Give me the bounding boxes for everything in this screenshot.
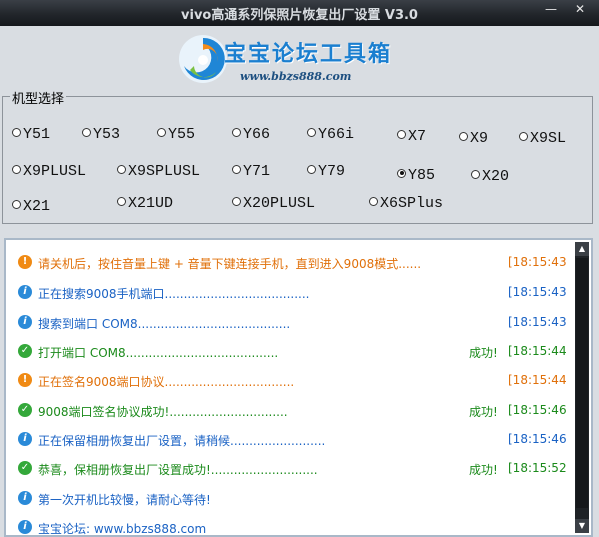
radio-dot-icon — [12, 199, 21, 209]
log-entry: 正在签名9008端口协议............................… — [18, 370, 573, 392]
radio-dot-icon — [519, 131, 528, 141]
brand-url: www.bbzs888.com — [240, 70, 352, 83]
info-circle-icon — [18, 491, 32, 505]
log-entry: 正在搜索9008手机端口............................… — [18, 282, 573, 304]
radio-dot-icon — [307, 164, 316, 174]
info-circle-icon — [18, 285, 32, 299]
swirl-logo-icon — [179, 35, 227, 83]
scroll-down-arrow-icon[interactable]: ▼ — [575, 519, 589, 533]
log-entry: 打开端口 COM8...............................… — [18, 341, 573, 363]
log-scrollbar[interactable]: ▲ ▼ — [575, 242, 589, 533]
model-radio[interactable]: X21UD — [117, 195, 173, 212]
model-radio[interactable]: X6SPlus — [369, 195, 443, 212]
model-radio[interactable]: Y79 — [307, 163, 345, 180]
radio-dot-icon — [471, 169, 480, 179]
log-entry: 宝宝论坛: www.bbzs888.com — [18, 517, 573, 535]
info-circle-icon — [18, 315, 32, 329]
model-radio[interactable]: Y71 — [232, 163, 270, 180]
scroll-up-arrow-icon[interactable]: ▲ — [575, 242, 589, 256]
model-radio[interactable]: X9 — [459, 130, 488, 147]
radio-dot-icon — [82, 127, 91, 137]
exclamation-circle-icon — [18, 373, 32, 387]
info-circle-icon — [18, 432, 32, 446]
radio-dot-icon — [232, 127, 241, 137]
radio-dot-icon — [117, 196, 126, 206]
log-entry: 第一次开机比较慢，请耐心等待! — [18, 488, 573, 510]
radio-dot-icon — [157, 127, 166, 137]
scroll-thumb[interactable] — [576, 258, 588, 508]
radio-dot-icon — [397, 168, 406, 178]
radio-dot-icon — [397, 129, 406, 139]
log-entry: 恭喜，保相册恢复出厂设置成功!.........................… — [18, 458, 573, 480]
log-panel: 请关机后，按住音量上键 + 音量下键连接手机，直到进入9008模式...... … — [4, 238, 593, 537]
radio-dot-icon — [369, 196, 378, 206]
close-button[interactable]: ✕ — [565, 0, 595, 19]
radio-dot-icon — [459, 131, 468, 141]
radio-dot-icon — [12, 127, 21, 137]
log-entry: 搜索到端口 COM8..............................… — [18, 312, 573, 334]
log-entry: 请关机后，按住音量上键 + 音量下键连接手机，直到进入9008模式...... … — [18, 252, 573, 274]
minimize-button[interactable]: — — [540, 0, 562, 19]
radio-dot-icon — [12, 164, 21, 174]
model-radio[interactable]: Y51 — [12, 126, 50, 143]
app-logo: 宝宝论坛工具箱 www.bbzs888.com — [176, 30, 426, 90]
info-circle-icon — [18, 520, 32, 534]
title-bar: vivo高通系列保照片恢复出厂设置 V3.0 — ✕ — [0, 0, 599, 26]
radio-dot-icon — [117, 164, 126, 174]
exclamation-circle-icon — [18, 255, 32, 269]
check-circle-icon — [18, 403, 32, 417]
model-radio[interactable]: X7 — [397, 128, 426, 145]
model-radio-selected[interactable]: Y85 — [397, 167, 435, 184]
model-radio[interactable]: Y66i — [307, 126, 354, 143]
radio-dot-icon — [232, 196, 241, 206]
model-radio[interactable]: X9PLUSL — [12, 163, 86, 180]
radio-dot-icon — [232, 164, 241, 174]
model-radio[interactable]: Y55 — [157, 126, 195, 143]
model-radio[interactable]: X9SL — [519, 130, 566, 147]
model-radio[interactable]: X21 — [12, 198, 50, 215]
check-circle-icon — [18, 344, 32, 358]
check-circle-icon — [18, 461, 32, 475]
model-radio[interactable]: X9SPLUSL — [117, 163, 200, 180]
model-radio[interactable]: Y53 — [82, 126, 120, 143]
model-radio[interactable]: Y66 — [232, 126, 270, 143]
model-radio[interactable]: X20 — [471, 168, 509, 185]
log-entry: 9008端口签名协议成功!...........................… — [18, 400, 573, 422]
brand-text: 宝宝论坛工具箱 — [224, 42, 393, 67]
model-group-legend: 机型选择 — [10, 88, 67, 107]
window-title: vivo高通系列保照片恢复出厂设置 V3.0 — [181, 8, 418, 23]
radio-dot-icon — [307, 127, 316, 137]
log-entry: 正在保留相册恢复出厂设置，请稍候........................… — [18, 429, 573, 451]
model-radio[interactable]: X20PLUSL — [232, 195, 315, 212]
